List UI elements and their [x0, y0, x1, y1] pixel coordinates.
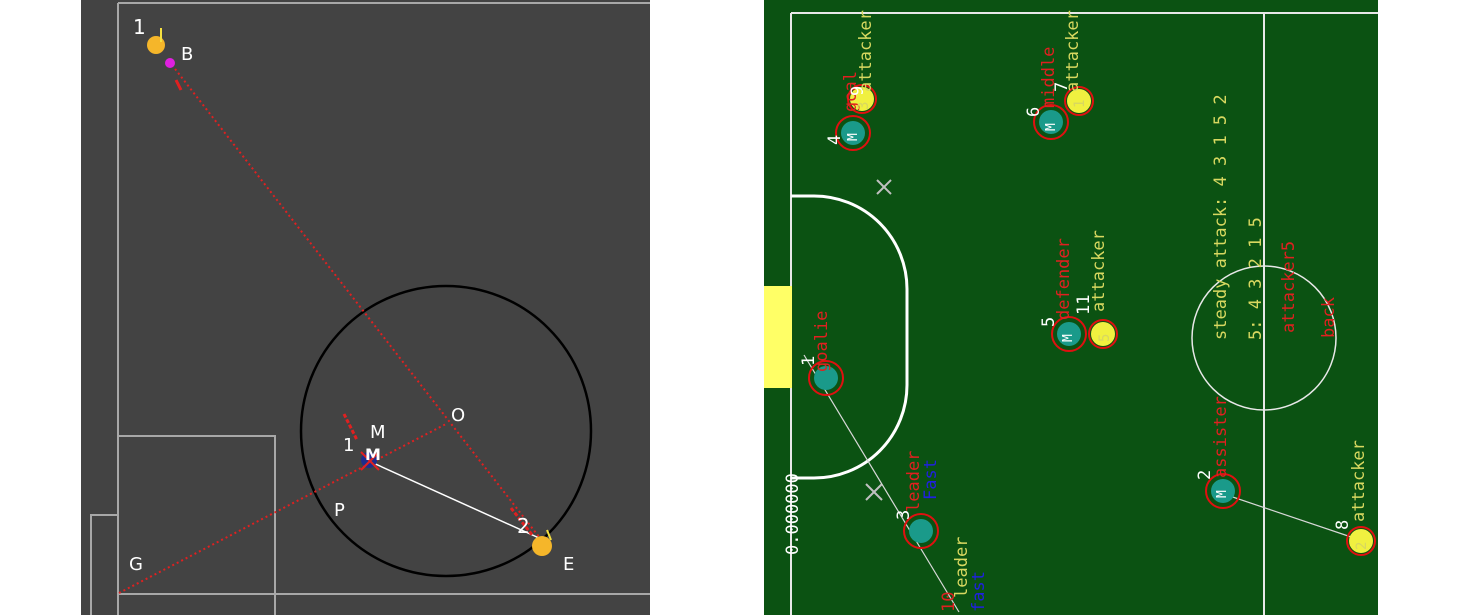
m-6: M — [1044, 123, 1059, 131]
label-marker-m: M — [365, 445, 381, 464]
y-3-top: 3 — [856, 102, 872, 110]
right-soccer-monitor-panel: 4 M goal 9 3 attacker 6 M middle 7 1 att… — [764, 0, 1378, 615]
role-fast: Fast — [921, 459, 941, 500]
role-assister: assister — [1211, 396, 1231, 478]
right-field-svg: 4 M goal 9 3 attacker 6 M middle 7 1 att… — [764, 10, 1378, 615]
ball-trail — [174, 79, 183, 91]
target-x-top — [876, 179, 892, 195]
attacker5-text: attacker5 — [1279, 241, 1299, 333]
penalty-box — [118, 435, 276, 615]
label-num-mid: 1 — [343, 435, 354, 456]
label-e: E — [563, 554, 574, 575]
role-attacker-3: attacker — [856, 10, 876, 92]
m-4: M — [846, 133, 861, 141]
goal-box — [90, 514, 118, 615]
label-m: M — [370, 422, 386, 443]
role-fast-bottom: fast — [969, 571, 989, 612]
label-p: P — [334, 500, 345, 521]
y-1-top: 1 — [1072, 100, 1088, 108]
role-attacker-7: attacker — [1063, 10, 1083, 92]
y-5: 5 — [1097, 334, 1113, 342]
back-text: back — [1319, 297, 1339, 338]
target-x-bottom — [865, 483, 883, 501]
role-attacker-11: attacker — [1089, 230, 1109, 312]
ball — [165, 58, 175, 68]
label-g: G — [129, 554, 143, 575]
label-b: B — [181, 44, 193, 65]
player-top — [147, 36, 165, 54]
left-diagram-svg: 1 B O M 1 M P G 2 E — [90, 2, 650, 615]
label-num-bottom: 2 — [517, 514, 530, 538]
num-4: 4 — [825, 135, 845, 145]
steady-attack-text: steady attack: 4 3 1 5 2 — [1211, 94, 1231, 340]
label-o: O — [451, 405, 465, 426]
assister-line — [1211, 489, 1361, 541]
left-diagram-panel: 1 B O M 1 M P G 2 E — [81, 0, 650, 615]
zero-readout: 0.000000 — [783, 473, 803, 555]
pass-line-b-to-e — [171, 64, 544, 543]
role-defender: defender — [1054, 238, 1074, 320]
role-attacker-8: attacker — [1349, 440, 1369, 522]
player-e — [532, 536, 552, 556]
role-middle: middle — [1039, 47, 1059, 108]
m-2: M — [1215, 490, 1230, 498]
role-goalie: goalie — [812, 311, 832, 372]
m-5: M — [1061, 334, 1076, 342]
formation-text: 5: 4 3 2 1 5 — [1246, 217, 1266, 340]
label-num-top: 1 — [133, 15, 146, 39]
penalty-arc — [791, 194, 909, 480]
goal — [764, 286, 792, 388]
y-2: 2 — [1354, 542, 1370, 550]
marker-line — [370, 461, 540, 539]
